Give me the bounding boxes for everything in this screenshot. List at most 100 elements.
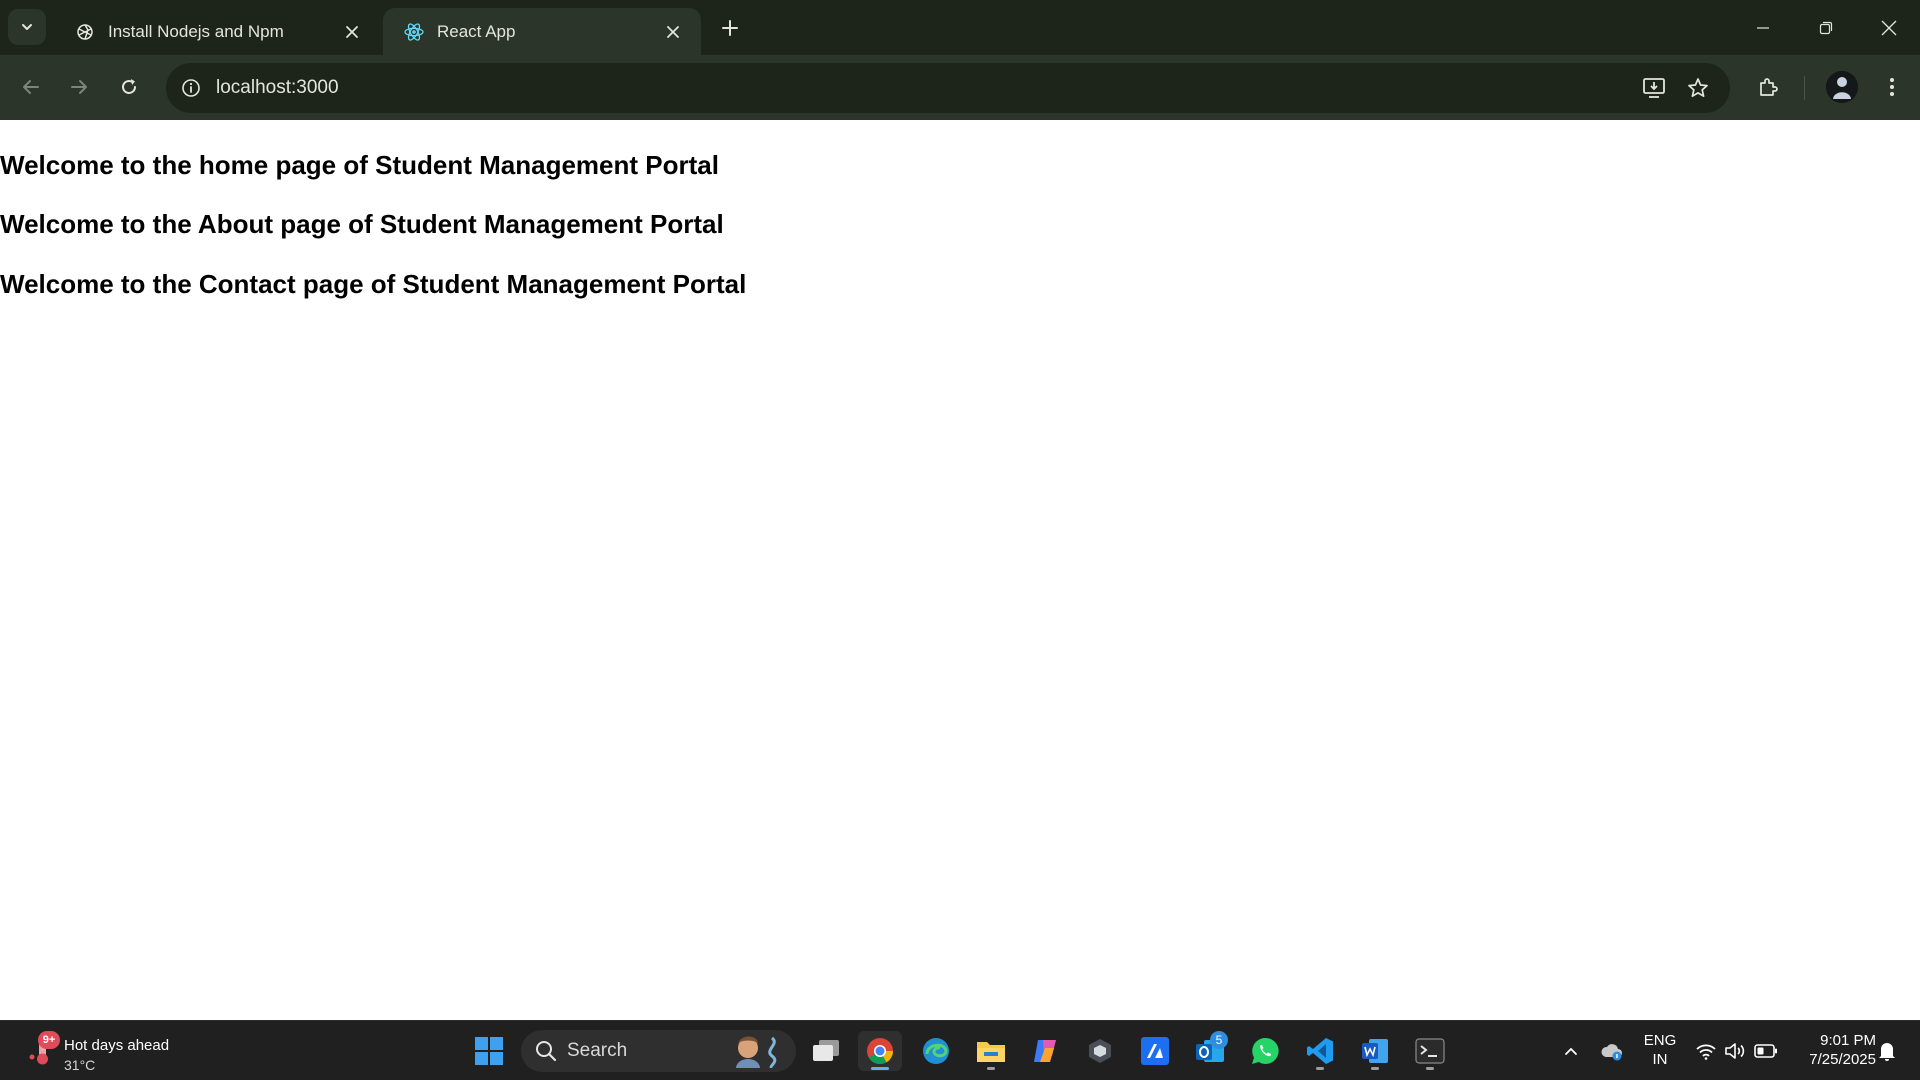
taskbar: 9+ Hot days ahead 31°C Search 5 ENG IN 9…: [0, 1020, 1920, 1080]
new-tab-button[interactable]: [716, 14, 744, 42]
running-indicator: [1316, 1067, 1324, 1070]
window-controls: [1731, 0, 1920, 55]
minimize-button[interactable]: [1731, 0, 1794, 55]
chrome-icon: [867, 1038, 894, 1065]
vscode-taskbar-button[interactable]: [1298, 1031, 1342, 1071]
tab-close-button[interactable]: [661, 20, 685, 44]
file-explorer-taskbar-button[interactable]: [969, 1031, 1013, 1071]
close-window-button[interactable]: [1857, 0, 1920, 55]
arrow-left-icon: [23, 80, 39, 94]
tab-title: React App: [437, 21, 516, 41]
bell-icon: [1879, 1042, 1895, 1061]
install-icon: [1643, 78, 1665, 98]
start-button[interactable]: [467, 1031, 511, 1071]
extensions-button[interactable]: [1752, 71, 1784, 103]
onedrive-tray-button[interactable]: [1597, 1021, 1627, 1081]
forward-button[interactable]: [61, 69, 97, 105]
react-icon: [403, 21, 425, 43]
azure-taskbar-button[interactable]: [1133, 1031, 1177, 1071]
tab-react-app[interactable]: React App: [383, 8, 701, 55]
terminal-icon: [1415, 1038, 1445, 1064]
app-taskbar-button[interactable]: [1078, 1031, 1122, 1071]
chrome-taskbar-button[interactable]: [858, 1031, 902, 1071]
close-icon: [667, 25, 679, 38]
task-view-button[interactable]: [804, 1031, 848, 1071]
address-bar[interactable]: localhost:3000: [166, 63, 1730, 113]
star-icon: [1688, 78, 1708, 98]
tab-search-button[interactable]: [8, 9, 46, 45]
more-vert-icon: [1890, 78, 1894, 96]
weather-widget[interactable]: 9+ Hot days ahead 31°C: [22, 1029, 202, 1073]
bookmark-button[interactable]: [1683, 74, 1713, 102]
outlook-taskbar-button[interactable]: 5: [1188, 1031, 1232, 1071]
copilot-icon: [1034, 1040, 1056, 1062]
app-icon: [1141, 1037, 1169, 1065]
cloud-icon: [1601, 1044, 1622, 1061]
search-icon: [536, 1041, 557, 1062]
volume-tray-button[interactable]: [1721, 1021, 1749, 1081]
url-text: localhost:3000: [216, 77, 339, 98]
chevron-down-icon: [22, 24, 32, 30]
tab-close-button[interactable]: [340, 20, 364, 44]
folder-icon: [977, 1042, 1005, 1062]
whatsapp-icon: [1252, 1037, 1279, 1064]
restore-button[interactable]: [1794, 0, 1857, 55]
edge-taskbar-button[interactable]: [914, 1031, 958, 1071]
wifi-tray-button[interactable]: [1692, 1021, 1720, 1081]
reload-icon: [122, 79, 136, 94]
tab-install-nodejs[interactable]: Install Nodejs and Npm: [54, 8, 380, 55]
profile-avatar[interactable]: [1826, 71, 1858, 103]
outlook-badge: 5: [1210, 1031, 1228, 1049]
plus-icon: [722, 20, 738, 36]
weather-badge: 9+: [38, 1031, 60, 1049]
chevron-up-icon: [1565, 1047, 1577, 1055]
restore-icon: [1819, 21, 1832, 34]
weather-title: Hot days ahead: [64, 1037, 170, 1054]
about-heading: Welcome to the About page of Student Man…: [0, 209, 724, 239]
page-viewport: Welcome to the home page of Student Mana…: [0, 120, 1920, 1020]
app-icon: [1089, 1039, 1111, 1063]
info-icon: [182, 79, 200, 97]
browser-toolbar: localhost:3000: [0, 55, 1920, 120]
vscode-icon: [1307, 1038, 1333, 1064]
running-indicator: [987, 1067, 995, 1070]
back-button[interactable]: [13, 69, 49, 105]
show-hidden-icons-button[interactable]: [1558, 1021, 1584, 1081]
wifi-icon: [1696, 1044, 1716, 1060]
terminal-taskbar-button[interactable]: [1408, 1031, 1452, 1071]
clock-time: 9:01 PM: [1820, 1032, 1876, 1049]
system-clock[interactable]: 9:01 PM 7/25/2025: [1790, 1031, 1876, 1069]
arrow-right-icon: [71, 80, 87, 94]
windows-start-icon: [475, 1037, 503, 1065]
tab-title: Install Nodejs and Npm: [108, 21, 284, 41]
volume-icon: [1725, 1043, 1745, 1059]
site-info-button[interactable]: [176, 73, 206, 103]
search-label: Search: [567, 1040, 628, 1061]
taskbar-search[interactable]: Search: [521, 1030, 796, 1072]
browser-menu-button[interactable]: [1876, 71, 1908, 103]
tab-strip: Install Nodejs and Npm React App: [0, 0, 1920, 55]
word-taskbar-button[interactable]: [1353, 1031, 1397, 1071]
whatsapp-taskbar-button[interactable]: [1243, 1031, 1287, 1071]
word-icon: [1362, 1039, 1388, 1063]
battery-tray-button[interactable]: [1751, 1021, 1781, 1081]
browser-chrome: Install Nodejs and Npm React App localho…: [0, 0, 1920, 120]
region-code: IN: [1652, 1051, 1668, 1068]
contact-heading: Welcome to the Contact page of Student M…: [0, 269, 747, 299]
puzzle-icon: [1760, 78, 1778, 96]
install-app-button[interactable]: [1639, 74, 1669, 102]
minimize-icon: [1756, 26, 1769, 29]
reload-button[interactable]: [111, 69, 147, 105]
openai-icon: [74, 21, 96, 43]
home-heading: Welcome to the home page of Student Mana…: [0, 150, 719, 180]
language-indicator[interactable]: ENG IN: [1640, 1031, 1680, 1069]
running-indicator: [1426, 1067, 1434, 1070]
running-indicator: [1371, 1067, 1379, 1070]
running-indicator: [871, 1067, 889, 1070]
copilot-taskbar-button[interactable]: [1023, 1031, 1067, 1071]
notifications-button[interactable]: [1872, 1021, 1902, 1081]
weather-temp: 31°C: [64, 1057, 96, 1073]
battery-icon: [1754, 1044, 1777, 1058]
close-icon: [1881, 20, 1896, 35]
language-code: ENG: [1643, 1032, 1677, 1049]
